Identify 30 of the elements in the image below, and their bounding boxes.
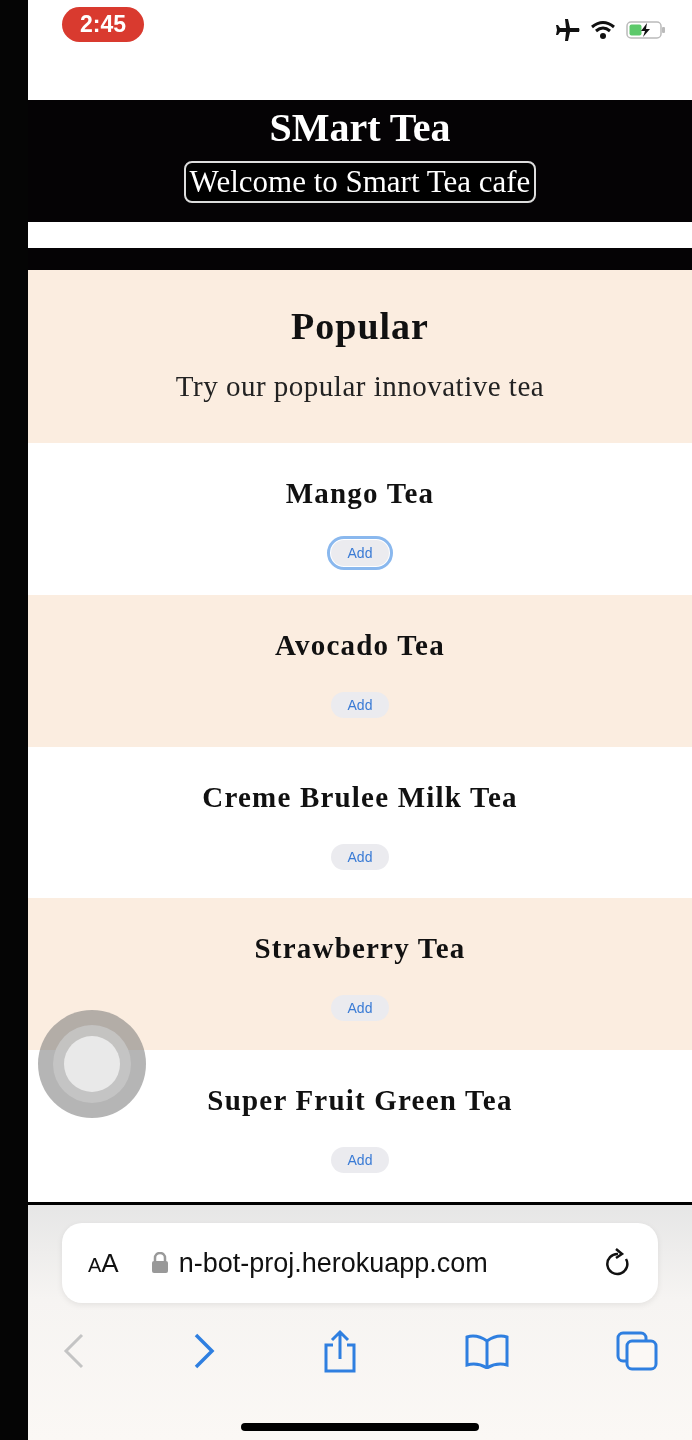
tea-name: Strawberry Tea bbox=[254, 932, 466, 966]
chevron-left-icon bbox=[62, 1333, 86, 1369]
share-button[interactable] bbox=[322, 1329, 358, 1373]
tabs-button[interactable] bbox=[616, 1331, 658, 1371]
text-size-button[interactable]: AA bbox=[88, 1247, 119, 1279]
chevron-right-icon bbox=[192, 1333, 216, 1369]
url-text: n-bot-proj.herokuapp.com bbox=[178, 1247, 489, 1279]
bookmarks-button[interactable] bbox=[464, 1333, 510, 1369]
add-button[interactable]: Add bbox=[330, 843, 390, 870]
address-bar[interactable]: AA n-bot-proj.herokuapp.com bbox=[62, 1223, 658, 1303]
add-button[interactable]: Add bbox=[330, 1147, 390, 1174]
tea-name: Mango Tea bbox=[285, 477, 435, 510]
lock-icon bbox=[150, 1252, 169, 1274]
section-heading: Popular bbox=[291, 304, 429, 348]
tabs-icon bbox=[616, 1331, 658, 1371]
add-button[interactable]: Add bbox=[330, 995, 390, 1022]
site-title: SMart Tea bbox=[269, 104, 451, 151]
battery-icon bbox=[626, 20, 666, 40]
tea-name: Avocado Tea bbox=[275, 628, 445, 662]
forward-button[interactable] bbox=[192, 1333, 216, 1369]
wifi-icon bbox=[590, 20, 616, 40]
tea-name: Creme Brulee Milk Tea bbox=[202, 780, 518, 814]
share-icon bbox=[322, 1329, 358, 1373]
section-subtitle: Try our popular innovative tea bbox=[175, 370, 545, 403]
tea-name: Super Fruit Green Tea bbox=[207, 1084, 513, 1118]
welcome-banner: Welcome to Smart Tea cafe bbox=[183, 161, 537, 203]
add-button[interactable]: Add bbox=[330, 691, 390, 718]
reload-icon bbox=[604, 1248, 632, 1278]
time-badge: 2:45 bbox=[62, 7, 145, 42]
book-icon bbox=[464, 1333, 510, 1369]
